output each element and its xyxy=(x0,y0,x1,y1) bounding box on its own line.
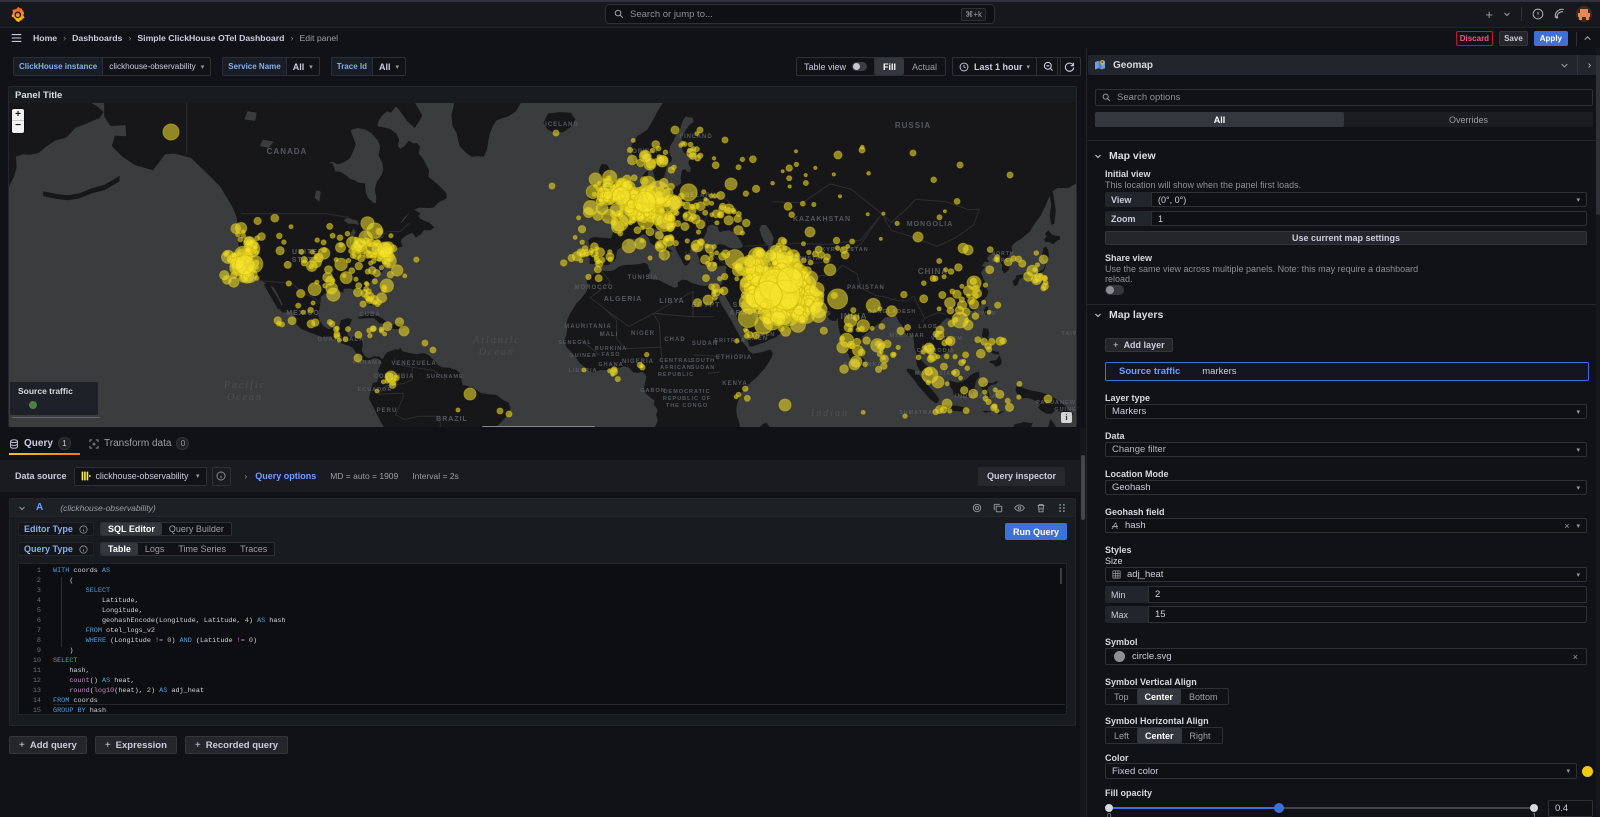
svg-text:VENEZUELA: VENEZUELA xyxy=(391,361,436,367)
svg-text:Atlantic: Atlantic xyxy=(472,335,521,346)
svg-text:SENEGAL: SENEGAL xyxy=(558,340,592,346)
svg-text:LIBYA: LIBYA xyxy=(659,298,684,305)
svg-text:NIGER: NIGER xyxy=(631,331,655,337)
svg-text:TAIWAN: TAIWAN xyxy=(1061,331,1076,337)
svg-text:MYANMAR: MYANMAR xyxy=(889,333,924,339)
svg-text:SOUTH: SOUTH xyxy=(691,358,715,364)
svg-text:GABON: GABON xyxy=(640,388,665,394)
svg-text:REPUBLIC: REPUBLIC xyxy=(658,372,694,378)
svg-text:CUBA: CUBA xyxy=(359,312,380,318)
svg-text:AFRICAN: AFRICAN xyxy=(660,365,692,371)
svg-text:Pacific: Pacific xyxy=(223,380,266,391)
svg-text:THE CONGO: THE CONGO xyxy=(666,403,708,409)
svg-text:MOROCCO: MOROCCO xyxy=(575,285,614,291)
svg-text:KAZAKHSTAN: KAZAKHSTAN xyxy=(793,216,851,223)
svg-text:MAURITANIA: MAURITANIA xyxy=(564,324,612,330)
svg-text:GHANA: GHANA xyxy=(598,362,623,368)
svg-text:PAKISTAN: PAKISTAN xyxy=(847,285,885,291)
svg-text:BRAZIL: BRAZIL xyxy=(436,416,468,423)
svg-text:RUSSIA: RUSSIA xyxy=(895,121,931,130)
svg-text:ETHIOPIA: ETHIOPIA xyxy=(716,355,752,361)
svg-text:CHAD: CHAD xyxy=(664,337,685,343)
svg-text:NEW: NEW xyxy=(1060,400,1076,406)
svg-text:PERU: PERU xyxy=(377,408,398,414)
svg-text:Indian: Indian xyxy=(810,408,849,419)
svg-text:Ocean: Ocean xyxy=(479,347,515,358)
svg-text:REPUBLIC OF: REPUBLIC OF xyxy=(663,396,711,402)
svg-text:FASO: FASO xyxy=(602,352,621,358)
svg-text:TUNISIA: TUNISIA xyxy=(628,275,659,281)
svg-text:SURINAME: SURINAME xyxy=(426,374,463,380)
svg-text:Ocean: Ocean xyxy=(227,392,263,403)
svg-text:DEMOCRATIC: DEMOCRATIC xyxy=(664,389,711,395)
svg-text:SUDAN: SUDAN xyxy=(691,365,716,371)
svg-text:ICELAND: ICELAND xyxy=(545,122,579,128)
svg-text:GUINEA: GUINEA xyxy=(569,353,596,359)
svg-text:CANADA: CANADA xyxy=(267,147,308,156)
svg-text:MONGOLIA: MONGOLIA xyxy=(907,221,954,228)
svg-text:ALGERIA: ALGERIA xyxy=(604,296,643,303)
svg-text:MALI: MALI xyxy=(600,332,619,338)
svg-text:LAOS: LAOS xyxy=(918,324,937,330)
svg-text:CENTRAL: CENTRAL xyxy=(659,358,692,364)
